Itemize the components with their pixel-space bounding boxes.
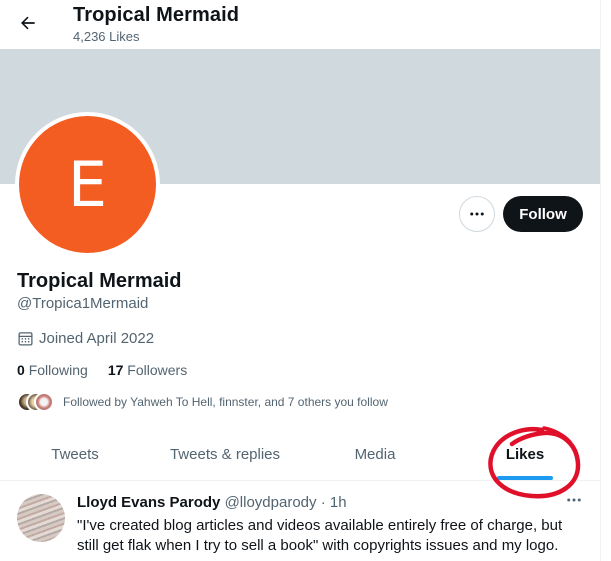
- follow-stats: 0 Following 17 Followers: [17, 362, 187, 378]
- followed-by-text: Followed by Yahweh To Hell, finnster, an…: [63, 395, 388, 409]
- page-margin: [601, 0, 611, 561]
- tab-label: Likes: [505, 445, 545, 463]
- tweet-time[interactable]: 1h: [330, 494, 347, 511]
- followers-count: 17: [107, 362, 124, 378]
- follow-button[interactable]: Follow: [503, 196, 583, 232]
- followed-by-row[interactable]: Followed by Yahweh To Hell, finnster, an…: [17, 392, 388, 412]
- tab-tweets[interactable]: Tweets: [0, 428, 150, 480]
- header-likes-count: 4,236 Likes: [73, 29, 140, 44]
- profile-page: Tropical Mermaid 4,236 Likes E Follow Tr…: [0, 0, 600, 561]
- followed-by-avatars: [17, 392, 54, 412]
- tweet-author-avatar[interactable]: [17, 494, 65, 542]
- following-count: 0: [17, 362, 25, 378]
- arrow-left-icon: [21, 16, 35, 30]
- profile-avatar[interactable]: E: [19, 116, 156, 253]
- more-options-button[interactable]: [459, 196, 495, 232]
- following-link[interactable]: 0 Following: [17, 362, 88, 378]
- joined-text: Joined April 2022: [39, 330, 155, 347]
- tab-label: Media: [354, 445, 396, 463]
- profile-tabs: Tweets Tweets & replies Media Likes: [0, 428, 600, 481]
- calendar-icon: [18, 332, 33, 346]
- header-title: Tropical Mermaid: [73, 4, 240, 26]
- follower-avatar: [34, 392, 54, 412]
- more-horizontal-icon: [470, 212, 484, 216]
- tab-label: Tweets: [51, 445, 99, 463]
- followers-label: Followers: [127, 362, 188, 378]
- tab-media[interactable]: Media: [300, 428, 450, 480]
- tweet-text: "I've created blog articles and videos a…: [77, 517, 563, 554]
- tweet-more-button[interactable]: [563, 492, 585, 508]
- tweet-author-handle[interactable]: @lloydparody: [225, 494, 317, 511]
- more-horizontal-icon: [567, 498, 581, 502]
- following-label: Following: [28, 362, 88, 378]
- profile-handle: @Tropica1Mermaid: [17, 295, 149, 312]
- top-header: Tropical Mermaid 4,236 Likes: [0, 0, 600, 49]
- profile-display-name: Tropical Mermaid: [17, 270, 182, 292]
- tab-tweets-and-replies[interactable]: Tweets & replies: [150, 428, 300, 480]
- back-button[interactable]: [13, 8, 43, 38]
- active-tab-indicator: [497, 476, 553, 480]
- tweet-header: Lloyd Evans Parody @lloydparody · 1h: [77, 494, 347, 511]
- tab-likes[interactable]: Likes: [450, 428, 600, 480]
- tweet-author-name[interactable]: Lloyd Evans Parody: [77, 494, 220, 511]
- followers-link[interactable]: 17 Followers: [108, 362, 187, 378]
- joined-date: Joined April 2022: [17, 330, 154, 347]
- tweet-separator: ·: [320, 494, 326, 511]
- tab-label: Tweets & replies: [169, 445, 281, 463]
- tweet-item[interactable]: Lloyd Evans Parody @lloydparody · 1h "I'…: [0, 482, 600, 561]
